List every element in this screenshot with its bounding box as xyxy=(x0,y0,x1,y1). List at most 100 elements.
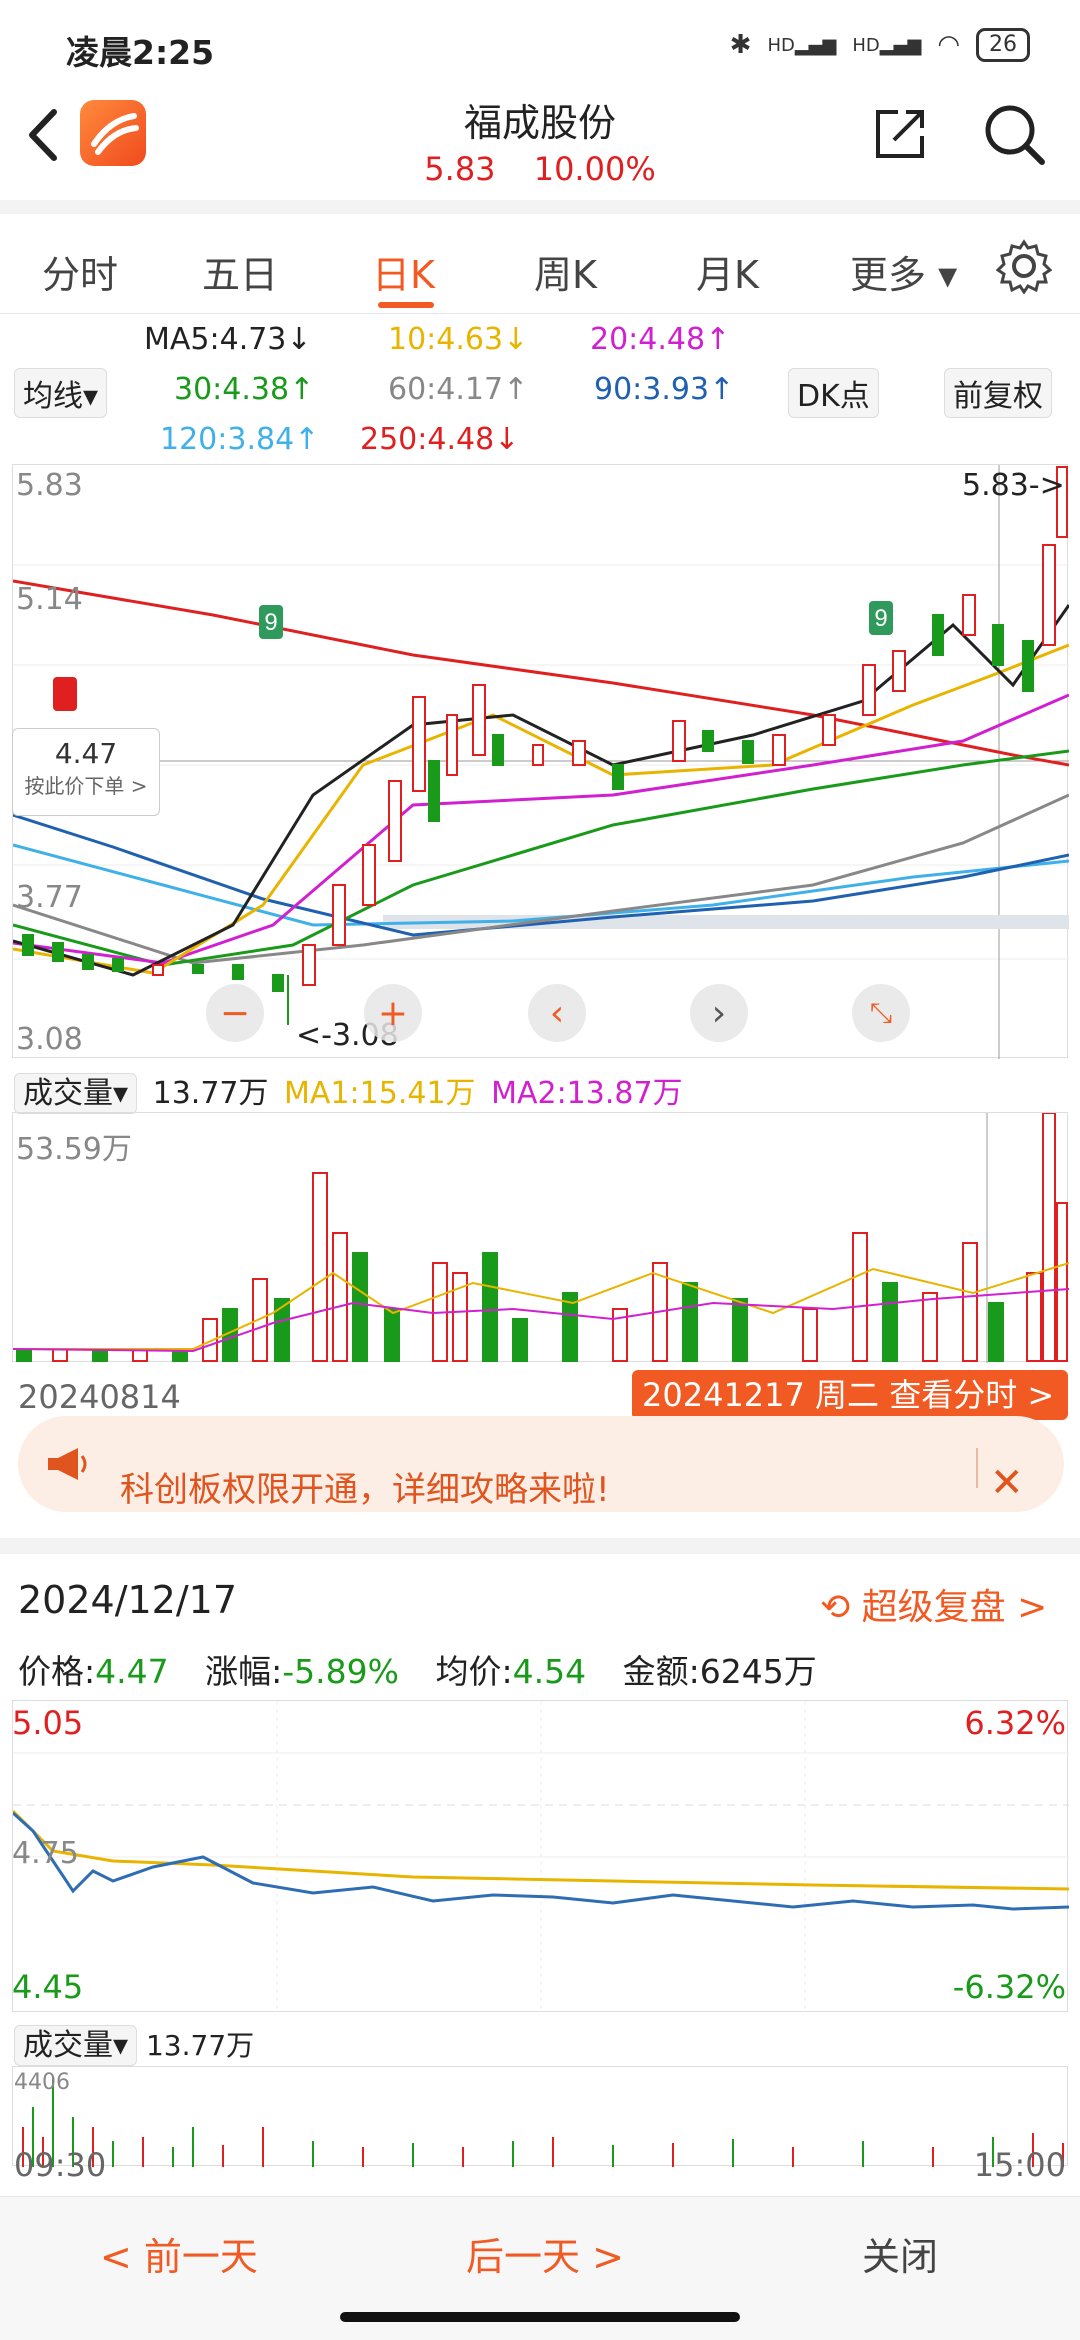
ma30-legend: 30:4.38↑ xyxy=(174,372,315,407)
chevron-left-icon: ‹ xyxy=(549,992,565,1034)
fullscreen-button[interactable]: ⤡ xyxy=(852,984,910,1042)
stock-change-pct: 10.00% xyxy=(533,150,656,188)
volume-chart[interactable] xyxy=(12,1112,1070,1363)
intraday-chart[interactable] xyxy=(11,1700,1070,2013)
ma5-legend: MA5:4.73↓ xyxy=(144,322,312,357)
scroll-right-button[interactable]: › xyxy=(690,984,748,1042)
price-level-bottom: 3.08 xyxy=(16,1022,83,1057)
intraday-volume-max: 4406 xyxy=(14,2070,70,2095)
prev-day-button[interactable]: < 前一天 xyxy=(100,2226,258,2281)
price-level-3: 3.77 xyxy=(16,880,83,915)
next-day-button[interactable]: 后一天 > xyxy=(466,2226,624,2281)
intraday-volume-value: 13.77万 xyxy=(145,2029,255,2062)
ma250-legend: 250:4.48↓ xyxy=(360,422,520,457)
view-intraday-button[interactable]: 20241217 周二 查看分时 > xyxy=(632,1370,1068,1420)
change-label: 涨幅: xyxy=(205,1652,283,1691)
search-icon[interactable] xyxy=(980,100,1048,168)
megaphone-icon xyxy=(48,1448,87,1480)
home-indicator xyxy=(340,2312,740,2322)
intraday-bottom-price: 4.45 xyxy=(12,1968,84,2006)
avg-value: 4.54 xyxy=(512,1652,587,1691)
amount-label: 金额: xyxy=(622,1652,700,1691)
expand-icon: ⤡ xyxy=(869,996,893,1029)
zoom-in-button[interactable]: + xyxy=(364,984,422,1042)
adjust-button[interactable]: 前复权 xyxy=(944,368,1052,418)
intraday-time-start: 09:30 xyxy=(14,2146,107,2184)
volume-value: 13.77万 xyxy=(152,1076,269,1111)
ma-select[interactable]: 均线▾ xyxy=(14,368,108,418)
history-icon: ⟲ xyxy=(820,1587,851,1628)
detail-date: 2024/12/17 xyxy=(18,1578,238,1622)
price-value: 4.47 xyxy=(95,1652,169,1691)
volume-ma2: MA2:13.87万 xyxy=(491,1076,683,1111)
ma10-legend: 10:4.63↓ xyxy=(388,322,529,357)
signal-icon-1: HD▂▄▆ xyxy=(767,34,837,56)
share-icon[interactable] xyxy=(870,104,930,164)
gear-icon[interactable] xyxy=(996,238,1052,294)
tab-more[interactable]: 更多 ▾ xyxy=(850,244,957,299)
amount-value: 6245万 xyxy=(699,1652,817,1691)
intraday-volume-svg xyxy=(22,2077,1064,2167)
wifi-icon: ◠ xyxy=(937,30,960,60)
ma120-legend: 120:3.84↑ xyxy=(160,422,320,457)
dk-button[interactable]: DK点 xyxy=(788,368,879,418)
super-replay-button[interactable]: ⟲ 超级复盘 > xyxy=(820,1578,1047,1630)
signal-icon-2: HD▂▄▆ xyxy=(852,34,922,56)
volume-max: 53.59万 xyxy=(16,1132,132,1167)
close-button[interactable]: 关闭 xyxy=(862,2226,938,2281)
status-time: 凌晨2:25 xyxy=(66,33,215,72)
change-value: -5.89% xyxy=(282,1652,399,1691)
ma20-legend: 20:4.48↑ xyxy=(590,322,731,357)
avg-label: 均价: xyxy=(435,1652,513,1691)
period-tabs: 分时 五日 日K 周K 月K 更多 ▾ xyxy=(0,214,1080,314)
intraday-volume-chart[interactable] xyxy=(12,2066,1068,2167)
stock-price: 5.83 xyxy=(424,150,496,188)
notice-text: 科创板权限开通，详细攻略来啦! xyxy=(120,1470,610,1510)
hover-hint: 按此价下单 > xyxy=(24,774,148,798)
volume-svg xyxy=(12,1112,1070,1363)
super-replay-label: 超级复盘 > xyxy=(861,1587,1048,1628)
battery-icon: 26 xyxy=(976,28,1030,62)
volume-header: 成交量▾ 13.77万 MA1:15.41万 MA2:13.87万 xyxy=(14,1068,683,1114)
tab-yuek[interactable]: 月K xyxy=(696,244,759,299)
intraday-bottom-pct: -6.32% xyxy=(952,1968,1066,2006)
candles xyxy=(22,466,1068,1025)
svg-text:9: 9 xyxy=(874,605,887,632)
ma60-legend: 60:4.17↑ xyxy=(388,372,529,407)
plus-icon: + xyxy=(377,992,409,1034)
tab-zhouk[interactable]: 周K xyxy=(534,244,597,299)
tab-rik[interactable]: 日K xyxy=(372,244,435,299)
order-price-box[interactable]: 4.47 按此价下单 > xyxy=(12,728,160,816)
intraday-svg xyxy=(11,1701,1070,2013)
price-level-top: 5.83 xyxy=(16,468,83,503)
zoom-out-button[interactable]: − xyxy=(206,984,264,1042)
detail-stats: 价格:4.47 涨幅:-5.89% 均价:4.54 金额:6245万 xyxy=(18,1645,817,1693)
intraday-volume-select[interactable]: 成交量▾ xyxy=(14,2025,138,2066)
hover-price: 4.47 xyxy=(54,737,118,770)
intraday-volume-header: 成交量▾ 13.77万 xyxy=(14,2020,255,2066)
header-divider xyxy=(0,200,1080,214)
intraday-time-end: 15:00 xyxy=(973,2146,1066,2184)
svg-text:9: 9 xyxy=(264,609,277,636)
volume-select[interactable]: 成交量▾ xyxy=(14,1073,138,1114)
intraday-mid-price: 4.75 xyxy=(12,1836,79,1871)
intraday-top-price: 5.05 xyxy=(12,1704,84,1742)
status-icons: ✱ HD▂▄▆ HD▂▄▆ ◠ 26 xyxy=(730,28,1030,62)
intraday-top-pct: 6.32% xyxy=(964,1704,1066,1742)
notice-divider xyxy=(976,1448,978,1488)
date-axis-start: 20240814 xyxy=(18,1378,181,1416)
tab-fenshi[interactable]: 分时 xyxy=(42,244,118,299)
close-icon[interactable]: ✕ xyxy=(990,1460,1024,1506)
tab-wuri[interactable]: 五日 xyxy=(202,244,278,299)
ma90-legend: 90:3.93↑ xyxy=(594,372,735,407)
active-tab-indicator xyxy=(378,302,434,308)
kline-svg: 9 9 xyxy=(12,465,1071,1059)
price-level-2: 5.14 xyxy=(16,582,83,617)
kline-chart[interactable]: 9 9 xyxy=(12,464,1071,1059)
volume-ma1: MA1:15.41万 xyxy=(284,1076,476,1111)
scroll-left-button[interactable]: ‹ xyxy=(528,984,586,1042)
minus-icon: − xyxy=(219,992,251,1034)
price-label: 价格: xyxy=(18,1652,96,1691)
chevron-right-icon: › xyxy=(711,992,727,1034)
bluetooth-icon: ✱ xyxy=(729,30,752,60)
